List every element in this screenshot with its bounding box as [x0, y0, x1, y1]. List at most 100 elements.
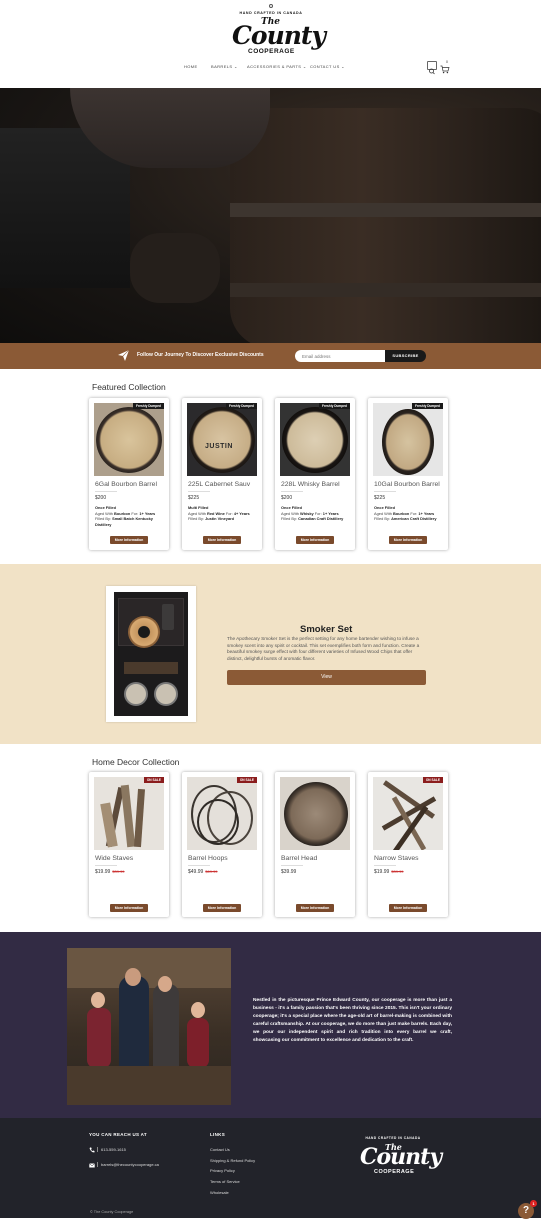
- question-icon: ?: [522, 1205, 530, 1216]
- product-name[interactable]: Barrel Head: [281, 855, 317, 862]
- product-image: [187, 777, 257, 850]
- more-information-button[interactable]: More Information: [203, 904, 241, 912]
- links-heading: LINKS: [210, 1132, 225, 1137]
- nav-barrels[interactable]: BARRELS ⌄: [211, 64, 238, 69]
- cart-icon[interactable]: 0: [440, 60, 450, 74]
- product-price: $200: [281, 495, 293, 501]
- more-information-button[interactable]: More Information: [296, 904, 334, 912]
- more-information-button[interactable]: More Information: [203, 536, 241, 544]
- phone-icon: [89, 1147, 95, 1153]
- product-name[interactable]: Wide Staves: [95, 855, 133, 862]
- email-icon: [89, 1163, 95, 1168]
- product-card[interactable]: Freshly Dumped 6Gal Bourbon Barrel $200 …: [89, 398, 169, 550]
- smoker-set-description: The Apothecary Smoker Set is the perfect…: [227, 636, 420, 661]
- product-price: $39.99: [281, 869, 297, 875]
- product-image: [373, 777, 443, 850]
- old-price: $39.99: [112, 869, 125, 874]
- product-price: $225: [188, 495, 200, 501]
- phone-number[interactable]: 613-559-1615: [97, 1147, 126, 1152]
- notification-badge: 1: [530, 1200, 537, 1207]
- subscribe-button[interactable]: SUBSCRIBE: [385, 350, 426, 362]
- product-price: $19.99 $39.99: [95, 869, 125, 875]
- status-badge: ON SALE: [143, 777, 164, 783]
- site-logo[interactable]: HAND CRAFTED IN CANADA The County COOPER…: [226, 4, 326, 56]
- status-badge: Freshly Dumped: [319, 403, 350, 409]
- more-information-button[interactable]: More Information: [389, 904, 427, 912]
- product-image: [94, 777, 164, 850]
- smoker-set-title: Smoker Set: [300, 624, 353, 635]
- newsletter-bar: Follow Our Journey To Discover Exclusive…: [0, 343, 541, 369]
- product-image: [280, 403, 350, 476]
- email-field[interactable]: [295, 350, 387, 362]
- footer-link-wholesale[interactable]: Wholesale: [210, 1190, 229, 1195]
- about-text: Nestled in the picturesque Prince Edward…: [253, 998, 452, 1043]
- email-address[interactable]: barrels@thecountycooperage.ca: [97, 1162, 159, 1167]
- old-price: $69.99: [205, 869, 218, 874]
- decor-title: Home Decor Collection: [92, 757, 180, 767]
- footer-link-terms[interactable]: Terms of Service: [210, 1179, 240, 1184]
- footer-link-contact-us[interactable]: Contact Us: [210, 1147, 230, 1152]
- product-meta: Once Filled Aged With Bourbon For: 1+ Ye…: [95, 505, 156, 527]
- footer-link-shipping-refund[interactable]: Shipping & Refund Policy: [210, 1158, 255, 1163]
- product-price: $19.99 $39.99: [374, 869, 404, 875]
- product-card[interactable]: JUSTIN Freshly Dumped 225L Cabernet Sauv…: [182, 398, 262, 550]
- hero-barrel: [230, 108, 541, 343]
- nav-contact-us[interactable]: CONTACT US ⌄: [310, 64, 345, 69]
- smoker-set-image[interactable]: [106, 586, 196, 722]
- product-name[interactable]: 225L Cabernet Sauv: [188, 481, 250, 488]
- product-name[interactable]: 228L Whisky Barrel: [281, 481, 340, 488]
- product-card[interactable]: ON SALE Barrel Hoops $49.99 $69.99 More I…: [182, 772, 262, 917]
- product-image: JUSTIN: [187, 403, 257, 476]
- more-information-button[interactable]: More Information: [110, 536, 148, 544]
- product-image: [280, 777, 350, 850]
- nav-accessories-parts[interactable]: ACCESSORIES & PARTS ⌄: [247, 64, 307, 69]
- product-price: $200: [95, 495, 107, 501]
- help-button[interactable]: ? 1: [518, 1200, 537, 1219]
- product-image: [94, 403, 164, 476]
- status-badge: Freshly Dumped: [133, 403, 164, 409]
- paper-plane-icon: [118, 349, 130, 361]
- product-name[interactable]: 6Gal Bourbon Barrel: [95, 481, 157, 488]
- newsletter-text: Follow Our Journey To Discover Exclusive…: [137, 352, 264, 358]
- status-badge: ON SALE: [236, 777, 257, 783]
- logo-tagline: HAND CRAFTED IN CANADA: [239, 11, 303, 15]
- footer-logo[interactable]: HAND CRAFTED IN CANADA The County COOPER…: [357, 1130, 442, 1180]
- product-card[interactable]: Barrel Head $39.99 More Information: [275, 772, 355, 917]
- status-badge: Freshly Dumped: [226, 403, 257, 409]
- about-section: Nestled in the picturesque Prince Edward…: [0, 932, 541, 1118]
- site-header: HAND CRAFTED IN CANADA The County COOPER…: [0, 0, 541, 88]
- copyright: © The County Cooperage: [90, 1210, 134, 1214]
- view-button[interactable]: View: [227, 670, 426, 685]
- main-nav: HOME BARRELS ⌄ ACCESSORIES & PARTS ⌄ CON…: [0, 64, 541, 74]
- logo-cooperage: COOPERAGE: [248, 48, 295, 55]
- hero-banner: [0, 88, 541, 343]
- product-name[interactable]: 10Gal Bourbon Barrel: [374, 481, 440, 488]
- product-meta: Once Filled Aged With Whisky For: 1+ Yea…: [281, 505, 344, 521]
- product-price: $225: [374, 495, 386, 501]
- product-card[interactable]: ON SALE Wide Staves $19.99 $39.99 More In…: [89, 772, 169, 917]
- product-meta: Multi Filled Aged With Red Wine For: 4+ …: [188, 505, 250, 521]
- logo-county: County: [232, 21, 326, 50]
- more-information-button[interactable]: More Information: [296, 536, 334, 544]
- featured-title: Featured Collection: [92, 382, 166, 392]
- product-name[interactable]: Barrel Hoops: [188, 855, 228, 862]
- smoker-set-section: Smoker Set The Apothecary Smoker Set is …: [0, 564, 541, 744]
- status-badge: ON SALE: [422, 777, 443, 783]
- more-information-button[interactable]: More Information: [110, 904, 148, 912]
- product-meta: Once Filled Aged With Bourbon For: 1+ Ye…: [374, 505, 437, 521]
- product-card[interactable]: Freshly Dumped 228L Whisky Barrel $200 O…: [275, 398, 355, 550]
- family-photo: [67, 948, 231, 1105]
- product-price: $49.99 $69.99: [188, 869, 218, 875]
- site-footer: YOU CAN REACH US AT 613-559-1615 barrels…: [0, 1118, 541, 1218]
- nav-home[interactable]: HOME: [184, 64, 198, 69]
- old-price: $39.99: [391, 869, 404, 874]
- more-information-button[interactable]: More Information: [389, 536, 427, 544]
- search-icon[interactable]: [427, 61, 437, 75]
- cart-count: 0: [446, 60, 448, 64]
- product-card[interactable]: Freshly Dumped 10Gal Bourbon Barrel $225…: [368, 398, 448, 550]
- footer-link-privacy[interactable]: Privacy Policy: [210, 1168, 235, 1173]
- logo-mark-icon: [269, 4, 273, 8]
- product-card[interactable]: ON SALE Narrow Staves $19.99 $39.99 More …: [368, 772, 448, 917]
- product-name[interactable]: Narrow Staves: [374, 855, 419, 862]
- contact-heading: YOU CAN REACH US AT: [89, 1132, 147, 1137]
